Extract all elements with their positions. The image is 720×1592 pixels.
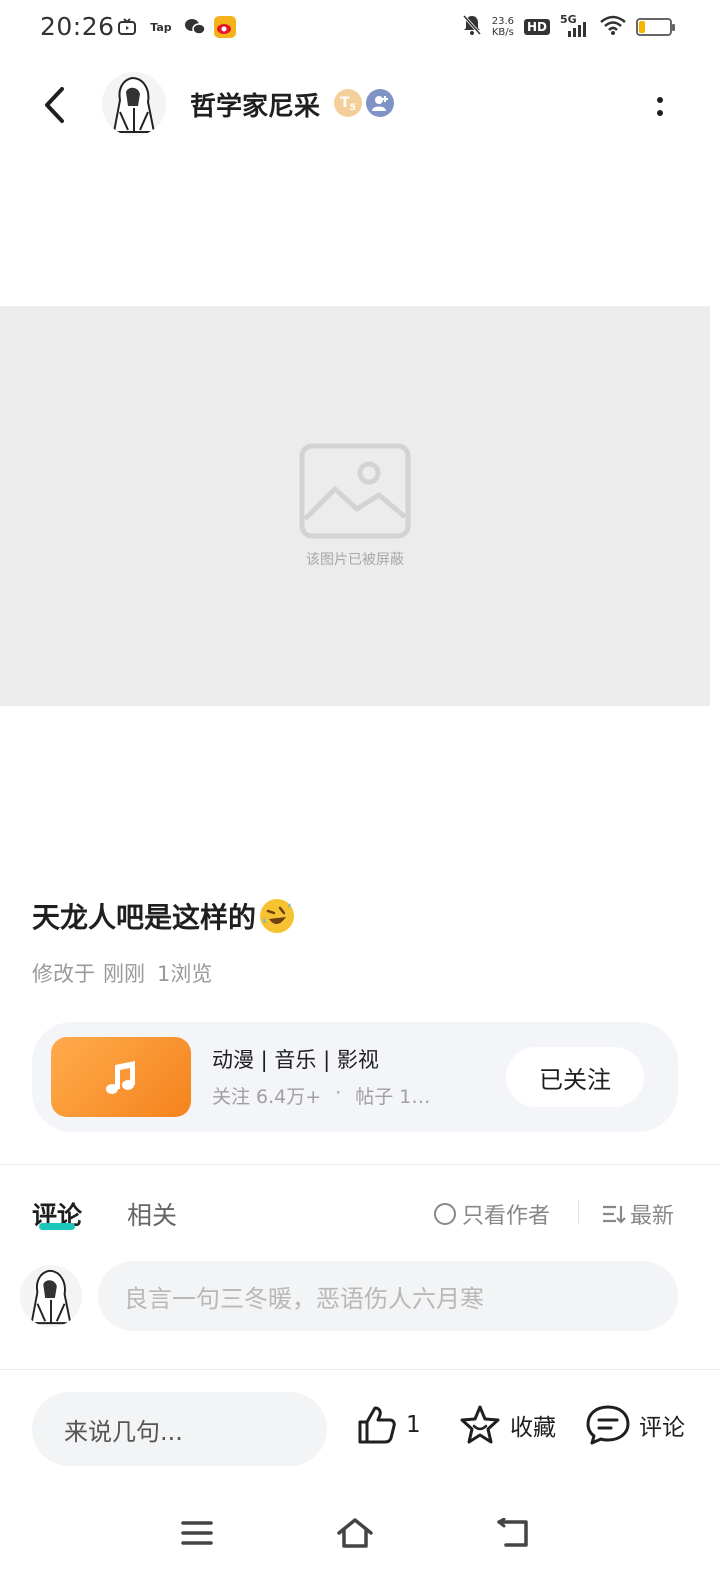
notification-icons: Tap xyxy=(116,16,236,38)
comment-label: 评论 xyxy=(639,1415,685,1441)
status-bar: 20:26 Tap 23.6 KB/s HD 5G xyxy=(0,0,720,56)
network-type: 5G xyxy=(560,13,577,26)
comment-bubble-icon xyxy=(586,1405,630,1445)
back-icon xyxy=(497,1518,528,1547)
rofl-emoji-icon xyxy=(260,899,295,933)
battery-level xyxy=(639,21,645,33)
like-button[interactable]: 1 xyxy=(356,1404,421,1446)
author-name[interactable]: 哲学家尼采 xyxy=(190,86,320,123)
menu-icon xyxy=(181,1521,213,1545)
level-badge: T5 xyxy=(334,89,362,117)
forum-posts: 帖子 1… xyxy=(355,1086,431,1108)
comment-input[interactable]: 良言一句三冬暖，恶语伤人六月寒 xyxy=(98,1261,678,1331)
post-time: 刚刚 xyxy=(103,962,145,986)
level-badge-letter: T xyxy=(340,95,350,111)
tab-separator xyxy=(578,1200,579,1224)
like-count: 1 xyxy=(406,1412,421,1438)
star-icon xyxy=(460,1405,500,1444)
my-avatar xyxy=(20,1265,82,1327)
only-author-toggle[interactable]: 只看作者 xyxy=(434,1198,550,1230)
wechat-icon xyxy=(184,16,206,38)
nav-back-button[interactable] xyxy=(483,1508,543,1558)
chevron-left-icon xyxy=(45,87,64,123)
forum-thumbnail xyxy=(51,1037,191,1117)
system-nav-bar xyxy=(0,1490,720,1592)
comment-button[interactable]: 评论 xyxy=(585,1404,685,1446)
back-button[interactable] xyxy=(34,80,74,130)
post-title: 天龙人吧是这样的 xyxy=(32,896,295,936)
status-time: 20:26 xyxy=(40,12,115,41)
forum-followers: 关注 6.4万+ xyxy=(212,1086,322,1108)
nav-menu-button[interactable] xyxy=(167,1508,227,1558)
battery-icon xyxy=(636,18,675,36)
forum-stats-separator: · xyxy=(335,1082,342,1104)
forum-stats: 关注 6.4万+ · 帖子 1… xyxy=(212,1082,430,1109)
net-speed: 23.6 KB/s xyxy=(492,16,514,38)
nav-home-button[interactable] xyxy=(325,1508,385,1558)
blocked-image-text: 该图片已被屏蔽 xyxy=(306,552,404,568)
level-badge-number: 5 xyxy=(349,103,356,113)
forum-name: 动漫 | 音乐 | 影视 xyxy=(212,1048,379,1072)
hd-icon: HD xyxy=(523,19,550,35)
signal-icon: 5G xyxy=(560,13,590,38)
sort-icon xyxy=(603,1205,626,1224)
home-icon xyxy=(337,1518,373,1548)
post-meta: 修改于 刚刚 1浏览 xyxy=(32,958,212,988)
followed-button[interactable]: 已关注 xyxy=(506,1047,644,1107)
tv-icon xyxy=(116,16,138,38)
post-modified-label: 修改于 xyxy=(32,962,95,986)
thumbs-up-icon xyxy=(358,1406,396,1444)
more-dot-icon xyxy=(657,109,663,116)
net-speed-value: 23.6 xyxy=(491,16,514,27)
favorite-label: 收藏 xyxy=(510,1415,556,1441)
sort-button[interactable]: 最新 xyxy=(602,1198,674,1230)
more-dot-icon xyxy=(657,96,663,103)
blocked-image[interactable]: 该图片已被屏蔽 xyxy=(0,306,710,706)
favorite-button[interactable]: 收藏 xyxy=(458,1404,556,1446)
follow-user-icon[interactable] xyxy=(366,89,394,117)
forum-card[interactable]: 动漫 | 音乐 | 影视 关注 6.4万+ · 帖子 1… 已关注 xyxy=(32,1022,678,1132)
tab-active-indicator xyxy=(39,1223,75,1230)
system-status-icons: 23.6 KB/s HD 5G xyxy=(462,13,675,40)
post-views: 1浏览 xyxy=(157,962,213,986)
music-note-icon xyxy=(106,1061,135,1094)
post-header: 哲学家尼采 T5 xyxy=(0,60,720,150)
only-author-label: 只看作者 xyxy=(462,1204,551,1229)
tap-icon: Tap xyxy=(150,20,172,34)
tab-related[interactable]: 相关 xyxy=(127,1196,177,1232)
radio-icon xyxy=(434,1203,456,1225)
weibo-icon xyxy=(214,16,236,38)
wifi-icon xyxy=(600,15,626,39)
image-placeholder-icon xyxy=(299,443,411,539)
sort-label: 最新 xyxy=(630,1204,675,1229)
reply-input[interactable]: 来说几句... xyxy=(32,1392,327,1466)
more-options-button[interactable] xyxy=(648,86,672,126)
bottom-action-bar: 来说几句... 1 收藏 评论 xyxy=(0,1370,720,1490)
author-avatar[interactable] xyxy=(102,72,166,136)
net-speed-unit: KB/s xyxy=(491,27,514,38)
post-title-text: 天龙人吧是这样的 xyxy=(32,901,257,934)
section-divider xyxy=(0,1164,720,1165)
mute-icon xyxy=(462,14,482,40)
